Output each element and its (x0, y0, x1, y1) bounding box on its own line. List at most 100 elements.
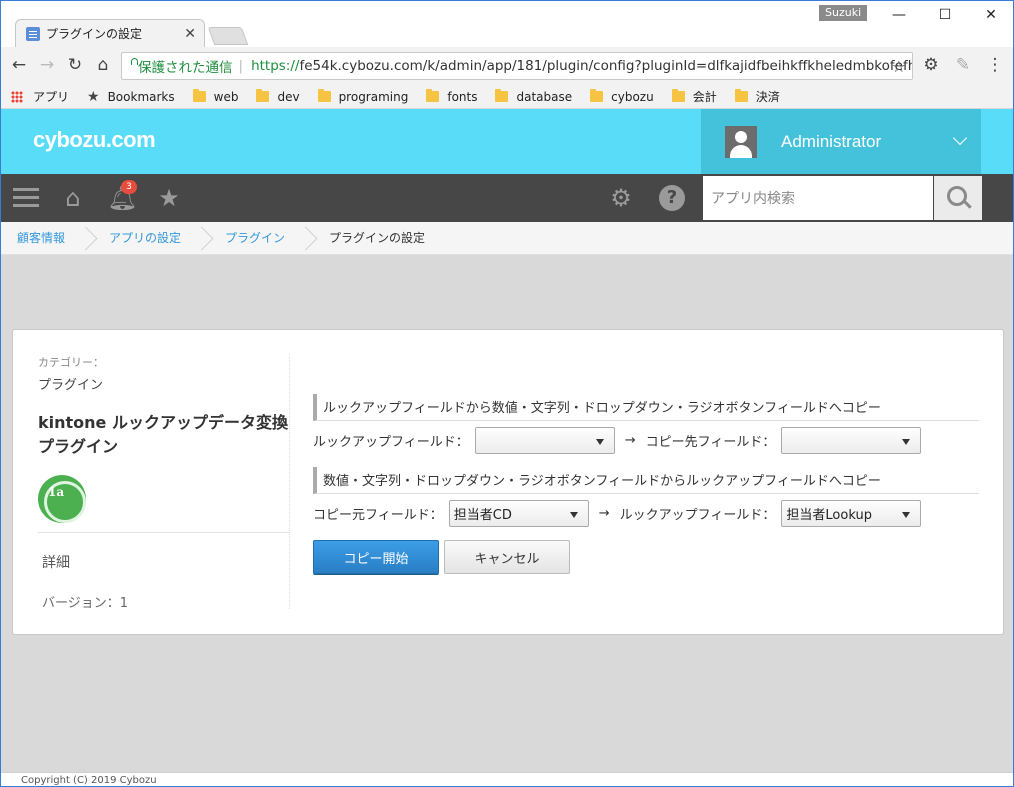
s1-lookup-select[interactable] (474, 426, 615, 454)
folder-icon (590, 89, 604, 102)
version-text: バージョン：1 (42, 596, 129, 611)
help-icon[interactable]: ? (659, 185, 685, 211)
breadcrumb-item-plugins[interactable]: プラグイン (209, 222, 301, 255)
plugin-settings-panel: カテゴリー： プラグイン kintone ルックアップデータ変換プラグイン 1a… (12, 329, 1004, 635)
favorites-star-icon[interactable]: ★ (155, 184, 183, 212)
s1-dest-select[interactable] (781, 426, 922, 454)
cancel-button[interactable]: キャンセル (444, 540, 570, 574)
browser-menu-icon[interactable]: ⋮ (985, 55, 1005, 75)
divider (38, 532, 290, 533)
extension-gear-icon[interactable]: ⚙ (921, 55, 941, 75)
home-icon[interactable]: ⌂ (93, 55, 113, 75)
plugin-name: kintone ルックアップデータ変換プラグイン (38, 413, 288, 456)
home-portal-icon[interactable]: ⌂ (59, 184, 87, 212)
extension-icon[interactable]: ✎ (953, 55, 973, 75)
category-label: カテゴリー： (38, 356, 104, 369)
apps-grid-icon (11, 90, 23, 103)
breadcrumb-separator (301, 222, 313, 255)
app-search-input[interactable]: アプリ内検索 (703, 176, 933, 220)
menu-icon[interactable] (13, 188, 39, 208)
bookmark-folder-dev[interactable]: dev (256, 89, 300, 104)
bookmark-apps[interactable]: アプリ (11, 88, 69, 105)
tab-close-icon[interactable]: ✕ (184, 26, 196, 42)
forward-icon[interactable]: → (37, 55, 57, 75)
reload-icon[interactable]: ↻ (65, 55, 85, 75)
s2-lookup-select[interactable]: 担当者Lookup (781, 499, 922, 527)
new-tab-button[interactable] (207, 27, 249, 45)
bookmark-folder-web[interactable]: web (192, 89, 238, 104)
browser-titlebar: プラグインの設定 ✕ Suzuki — ☐ ✕ (1, 1, 1013, 47)
s2-lookup-label: ルックアップフィールド： (619, 507, 776, 523)
bookmark-folder-payment[interactable]: 決済 (734, 88, 780, 105)
button-row: コピー開始 キャンセル (313, 540, 979, 574)
s2-src-select[interactable]: 担当者CD (448, 499, 589, 527)
folder-icon (192, 89, 206, 102)
breadcrumb-item-current: プラグインの設定 (329, 230, 426, 245)
breadcrumb-separator (197, 222, 209, 255)
category-value: プラグイン (38, 378, 104, 393)
folder-icon (734, 89, 748, 102)
cybozu-logo[interactable]: cybozu.com (33, 127, 156, 153)
back-icon[interactable]: ← (9, 55, 29, 75)
folder-icon (256, 89, 270, 102)
bookmark-folder-fonts[interactable]: fonts (426, 89, 477, 104)
arrow-right-icon: → (624, 432, 636, 448)
search-icon[interactable] (934, 176, 982, 220)
url-text: fe54k.cybozu.com/k/admin/app/181/plugin/… (299, 58, 913, 74)
user-menu[interactable]: Administrator (701, 109, 981, 174)
breadcrumb-item-app[interactable]: 顧客情報 (1, 222, 81, 255)
plugin-config-form: ルックアップフィールドから数値・文字列・ドロップダウン・ラジオボタンフィールドへ… (313, 394, 979, 574)
dropdown-arrow-icon (902, 511, 911, 518)
chevron-down-icon (952, 130, 968, 146)
kintone-header: cybozu.com Administrator (1, 109, 1013, 174)
bookmark-folder-database[interactable]: database (495, 89, 572, 104)
minimize-icon[interactable]: — (885, 5, 913, 25)
arrow-right-icon: → (598, 505, 610, 521)
dropdown-arrow-icon (902, 438, 911, 445)
url-scheme: https:// (251, 58, 300, 74)
section1-row: ルックアップフィールド： → コピー先フィールド： (313, 421, 979, 459)
browser-toolbar: ← → ↻ ⌂ 保護された通信 | https://fe54k.cybozu.c… (1, 47, 1013, 85)
detail-link[interactable]: 詳細 (42, 552, 70, 572)
tab-favicon-icon (26, 26, 40, 41)
bookmark-folder-cybozu[interactable]: cybozu (590, 89, 654, 104)
plugin-logo-icon: 1a (38, 475, 86, 523)
folder-icon (495, 89, 509, 102)
bookmark-folder-programing[interactable]: programing (317, 89, 408, 104)
plugin-logo-text: 1a (48, 485, 65, 499)
maximize-icon[interactable]: ☐ (931, 5, 959, 25)
section-heading-field-to-lookup: 数値・文字列・ドロップダウン・ラジオボタンフィールドからルックアップフィールドへ… (313, 467, 979, 494)
breadcrumb-item-app-settings[interactable]: アプリの設定 (93, 222, 197, 255)
notification-count-badge: 3 (121, 180, 137, 194)
browser-window: プラグインの設定 ✕ Suzuki — ☐ ✕ ← → ↻ ⌂ 保護された通信 … (0, 0, 1014, 787)
bookmarks-bar: アプリ ★ Bookmarks web dev programing fonts … (1, 85, 1013, 109)
breadcrumb-separator (81, 222, 93, 255)
section2-row: コピー元フィールド： 担当者CD → ルックアップフィールド： 担当者Looku… (313, 494, 979, 532)
section-heading-lookup-to-field: ルックアップフィールドから数値・文字列・ドロップダウン・ラジオボタンフィールドへ… (313, 394, 979, 421)
bookmark-bookmarks[interactable]: ★ Bookmarks (87, 89, 175, 105)
bookmark-folder-accounting[interactable]: 会計 (671, 88, 717, 105)
folder-icon (671, 89, 685, 102)
profile-badge[interactable]: Suzuki (819, 5, 868, 21)
bookmark-star-icon[interactable]: ☆ (892, 57, 906, 76)
avatar (725, 125, 757, 158)
s2-src-label: コピー元フィールド： (313, 507, 443, 523)
omnibox-separator: | (238, 58, 244, 74)
kintone-nav-bar: ⌂ 🔔︎ 3 ★ ⚙ ? アプリ内検索 (1, 174, 1013, 222)
address-bar[interactable]: 保護された通信 | https://fe54k.cybozu.com/k/adm… (121, 52, 913, 80)
window-close-icon[interactable]: ✕ (977, 5, 1005, 25)
breadcrumb: 顧客情報 アプリの設定 プラグイン プラグインの設定 (1, 222, 1013, 255)
plugin-info: カテゴリー： プラグイン kintone ルックアップデータ変換プラグイン 1a… (38, 354, 290, 611)
tab-title: プラグインの設定 (46, 27, 143, 41)
s1-dest-label: コピー先フィールド： (645, 434, 776, 450)
dropdown-arrow-icon (595, 438, 604, 445)
folder-icon (426, 89, 440, 102)
start-copy-button[interactable]: コピー開始 (313, 540, 439, 574)
s1-lookup-label: ルックアップフィールド： (313, 434, 469, 450)
dropdown-arrow-icon (569, 511, 578, 518)
browser-tab-active[interactable]: プラグインの設定 ✕ (15, 19, 205, 47)
star-icon: ★ (87, 88, 100, 105)
secure-label: 保護された通信 (138, 60, 233, 76)
settings-gear-icon[interactable]: ⚙ (607, 184, 635, 212)
folder-icon (317, 89, 331, 102)
